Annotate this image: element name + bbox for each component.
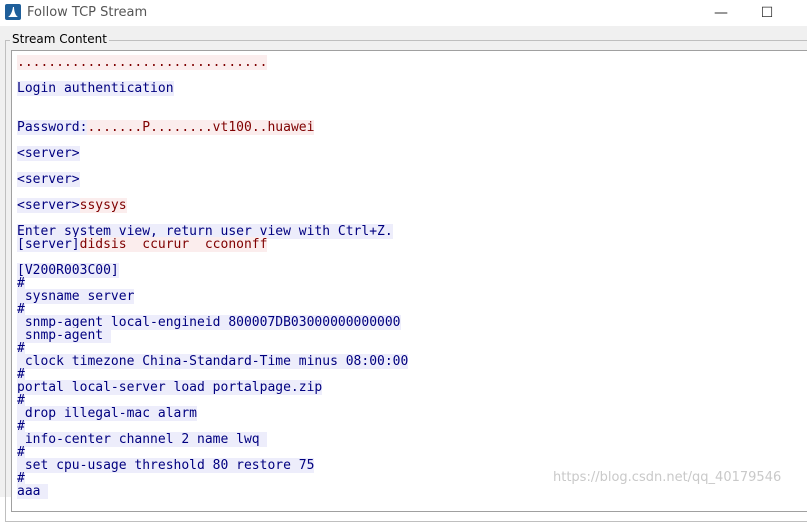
stream-line: #	[17, 276, 807, 291]
server-text: portal local-server load portalpage.zip	[17, 380, 323, 395]
stream-text-area[interactable]: ................................ Login au…	[11, 50, 807, 512]
server-text: Password:	[17, 120, 88, 135]
stream-line	[17, 135, 807, 148]
maximize-icon: ☐	[760, 5, 774, 21]
server-text: <server>	[17, 146, 80, 161]
window-body: Stream Content .........................…	[0, 26, 807, 522]
client-text: ssysys	[79, 198, 127, 213]
stream-line: drop illegal-mac alarm	[17, 406, 807, 421]
server-text: info-center channel 2 name lwq	[17, 432, 268, 447]
stream-line: <server>	[17, 146, 807, 161]
groupbox-label: Stream Content	[10, 32, 109, 46]
client-text: ................................	[17, 55, 268, 70]
window-title: Follow TCP Stream	[27, 5, 148, 20]
client-text: .......P........vt100..huawei	[87, 120, 315, 135]
stream-line: clock timezone China-Standard-Time minus…	[17, 354, 807, 369]
stream-line: snmp-agent local-engineid 800007DB030000…	[17, 315, 807, 330]
server-text: <server>	[17, 198, 80, 213]
server-text: <server>	[17, 172, 80, 187]
stream-line: ................................	[17, 55, 807, 70]
stream-line: <server>	[17, 172, 807, 187]
stream-line: [V200R003C00]	[17, 263, 807, 278]
server-text: [V200R003C00]	[17, 263, 119, 278]
server-text: set cpu-usage threshold 80 restore 75	[17, 458, 315, 473]
stream-line	[17, 161, 807, 174]
stream-line: info-center channel 2 name lwq	[17, 432, 807, 447]
stream-line: snmp-agent	[17, 328, 807, 343]
watermark: https://blog.csdn.net/qq_40179546	[553, 470, 782, 485]
stream-line	[17, 96, 807, 109]
server-text: drop illegal-mac alarm	[17, 406, 198, 421]
stream-content: ................................ Login au…	[17, 55, 807, 499]
server-text: [server]	[17, 237, 80, 252]
maximize-button[interactable]: ☐	[744, 0, 790, 26]
stream-line	[17, 252, 807, 265]
server-text: sysname server	[17, 289, 135, 304]
minimize-icon: —	[714, 5, 728, 21]
client-text: didsis ccurur ccononff	[79, 237, 268, 252]
stream-line: <server>ssysys	[17, 198, 807, 213]
server-text: clock timezone China-Standard-Time minus…	[17, 354, 409, 369]
wireshark-fin-icon	[5, 4, 21, 20]
stream-line: sysname server	[17, 289, 807, 304]
stream-line: [server]didsis ccurur ccononff	[17, 237, 807, 252]
stream-line: Login authentication	[17, 81, 807, 96]
server-text: Login authentication	[17, 81, 174, 96]
minimize-button[interactable]: —	[698, 0, 744, 26]
server-text: snmp-agent	[17, 328, 111, 343]
stream-line	[17, 187, 807, 200]
stream-line: aaa	[17, 484, 807, 499]
stream-line: portal local-server load portalpage.zip	[17, 380, 807, 395]
stream-line: Password:.......P........vt100..huawei	[17, 120, 807, 135]
title-bar[interactable]: Follow TCP Stream — ☐	[0, 0, 807, 26]
